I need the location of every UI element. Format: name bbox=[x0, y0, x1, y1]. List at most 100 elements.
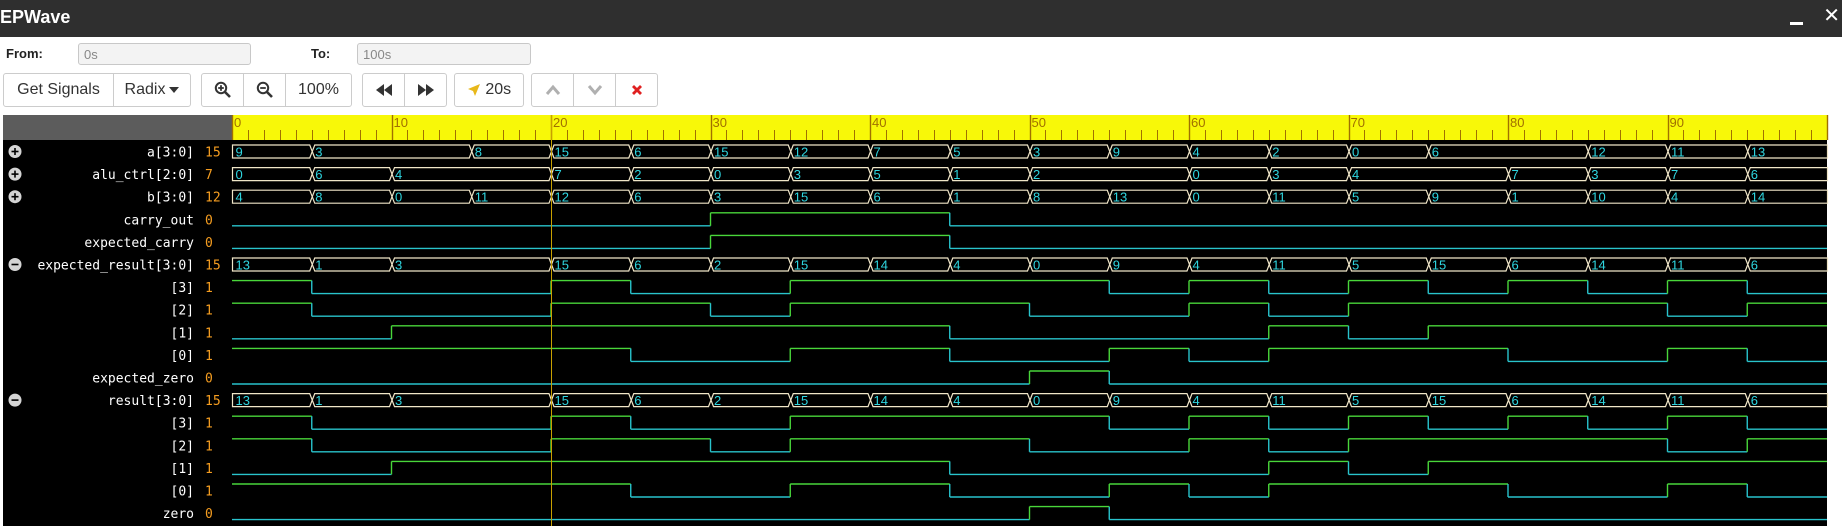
bus-value-label: 4 bbox=[953, 258, 960, 273]
move-down-button[interactable] bbox=[573, 73, 616, 107]
signal-name[interactable]: result[3:0] bbox=[108, 394, 194, 409]
signal-name[interactable]: expected_carry bbox=[84, 236, 194, 251]
ruler-header-blank bbox=[3, 115, 232, 140]
bus-value-label: 0 bbox=[236, 167, 243, 182]
bus-value-label: 9 bbox=[236, 145, 243, 160]
bus-value-label: 4 bbox=[1671, 190, 1678, 205]
bus-value-label: 0 bbox=[395, 190, 402, 205]
radix-dropdown[interactable]: Radix bbox=[113, 73, 191, 107]
bus-value-label: 6 bbox=[1512, 258, 1519, 273]
bus-value-label: 4 bbox=[1193, 145, 1200, 160]
zoom-level-button[interactable]: 100% bbox=[285, 73, 352, 107]
bus-value-label: 6 bbox=[1751, 258, 1758, 273]
signal-name[interactable]: [3] bbox=[171, 417, 194, 432]
delete-signal-button[interactable] bbox=[615, 73, 658, 107]
bus-value-label: 5 bbox=[874, 167, 881, 182]
signal-name[interactable]: [3] bbox=[171, 281, 194, 296]
bus-value-label: 9 bbox=[1113, 393, 1120, 408]
bus-value-label: 5 bbox=[1352, 258, 1359, 273]
rewind-icon bbox=[375, 83, 392, 96]
bus-value-label: 2 bbox=[714, 258, 721, 273]
signal-value: 0 bbox=[205, 372, 213, 387]
signal-value: 0 bbox=[205, 213, 213, 228]
signal-value: 0 bbox=[205, 507, 213, 522]
fast-forward-icon bbox=[417, 83, 434, 96]
bus-value-label: 1 bbox=[953, 190, 960, 205]
zoom-in-button[interactable] bbox=[201, 73, 244, 107]
rewind-button[interactable] bbox=[362, 73, 405, 107]
chevron-up-icon bbox=[545, 84, 560, 95]
move-up-button[interactable] bbox=[531, 73, 574, 107]
minus-circle-icon[interactable] bbox=[8, 393, 22, 407]
signal-name[interactable]: expected_zero bbox=[92, 372, 194, 387]
bus-value-label: 14 bbox=[1591, 258, 1605, 273]
signal-name[interactable]: expected_result[3:0] bbox=[37, 259, 194, 274]
bus-value-label: 12 bbox=[1591, 145, 1605, 160]
signal-name[interactable]: [1] bbox=[171, 326, 194, 341]
delete-x-icon bbox=[631, 84, 642, 95]
signal-name[interactable]: zero bbox=[163, 507, 194, 522]
zoom-out-button[interactable] bbox=[243, 73, 286, 107]
bus-value-label: 13 bbox=[236, 258, 250, 273]
bus-value-label: 8 bbox=[475, 145, 482, 160]
close-icon[interactable]: ✕ bbox=[1823, 6, 1840, 26]
waveform-viewer[interactable]: 0 10 20 30 40 50 60 70 80 90a[3:0] 15 9 3 8 15 6 15 12 7 5 3… bbox=[0, 115, 1842, 526]
ruler-tick-label: 20 bbox=[553, 115, 567, 130]
signal-value: 1 bbox=[205, 417, 213, 432]
bus-value-label: 3 bbox=[794, 167, 801, 182]
signal-name[interactable]: a[3:0] bbox=[147, 146, 194, 161]
bus-value-label: 6 bbox=[874, 190, 881, 205]
bus-value-label: 7 bbox=[1671, 167, 1678, 182]
cursor-time-button[interactable]: 20s bbox=[454, 73, 524, 107]
fast-forward-button[interactable] bbox=[404, 73, 447, 107]
bus-value-label: 15 bbox=[794, 393, 808, 408]
bus-value-label: 5 bbox=[1352, 190, 1359, 205]
title-bar: EPWave ✕ bbox=[0, 0, 1842, 37]
signal-value: 1 bbox=[205, 326, 213, 341]
waveform-background bbox=[3, 115, 1827, 526]
signal-name[interactable]: [1] bbox=[171, 462, 194, 477]
signal-value: 1 bbox=[205, 439, 213, 454]
cursor-time-label: 20s bbox=[485, 81, 512, 98]
bus-value-label: 6 bbox=[1751, 167, 1758, 182]
bus-value-label: 3 bbox=[315, 145, 322, 160]
signal-name[interactable]: b[3:0] bbox=[147, 191, 194, 206]
radix-label: Radix bbox=[124, 81, 166, 98]
minus-circle-icon[interactable] bbox=[8, 258, 22, 271]
bus-value-label: 11 bbox=[1671, 393, 1685, 408]
signal-name[interactable]: [2] bbox=[171, 439, 194, 454]
bus-value-label: 6 bbox=[634, 258, 641, 273]
bus-value-label: 7 bbox=[1512, 167, 1519, 182]
bus-value-label: 11 bbox=[475, 190, 489, 205]
bus-value-label: 4 bbox=[395, 167, 402, 182]
signal-name[interactable]: [0] bbox=[171, 349, 194, 364]
to-label: To: bbox=[311, 46, 331, 61]
signal-name[interactable]: carry_out bbox=[124, 213, 194, 228]
bus-value-label: 3 bbox=[395, 393, 402, 408]
to-input[interactable] bbox=[357, 43, 531, 65]
bus-value-label: 2 bbox=[714, 393, 721, 408]
bus-value-label: 4 bbox=[1193, 393, 1200, 408]
bus-value-label: 15 bbox=[714, 145, 728, 160]
bus-value-label: 0 bbox=[1352, 145, 1359, 160]
get-signals-button[interactable]: Get Signals bbox=[3, 73, 114, 107]
plus-circle-icon[interactable] bbox=[8, 167, 22, 181]
signal-name[interactable]: [0] bbox=[171, 485, 194, 500]
plus-circle-icon[interactable] bbox=[8, 190, 22, 204]
bus-value-label: 3 bbox=[1272, 167, 1279, 182]
bus-value-label: 13 bbox=[236, 393, 250, 408]
signal-name[interactable]: [2] bbox=[171, 304, 194, 319]
bus-value-label: 14 bbox=[874, 258, 888, 273]
signal-name[interactable]: alu_ctrl[2:0] bbox=[92, 168, 194, 183]
bus-value-label: 11 bbox=[1671, 258, 1685, 273]
signal-value: 0 bbox=[205, 236, 213, 251]
from-input[interactable] bbox=[78, 43, 251, 65]
bus-value-label: 4 bbox=[1352, 167, 1359, 182]
bus-value-label: 4 bbox=[1193, 258, 1200, 273]
minimize-icon[interactable] bbox=[1790, 7, 1804, 29]
bus-value-label: 15 bbox=[794, 190, 808, 205]
bus-value-label: 0 bbox=[1033, 393, 1040, 408]
plus-circle-icon[interactable] bbox=[8, 145, 22, 158]
bus-value-label: 1 bbox=[1512, 190, 1519, 205]
bus-value-label: 9 bbox=[1113, 258, 1120, 273]
